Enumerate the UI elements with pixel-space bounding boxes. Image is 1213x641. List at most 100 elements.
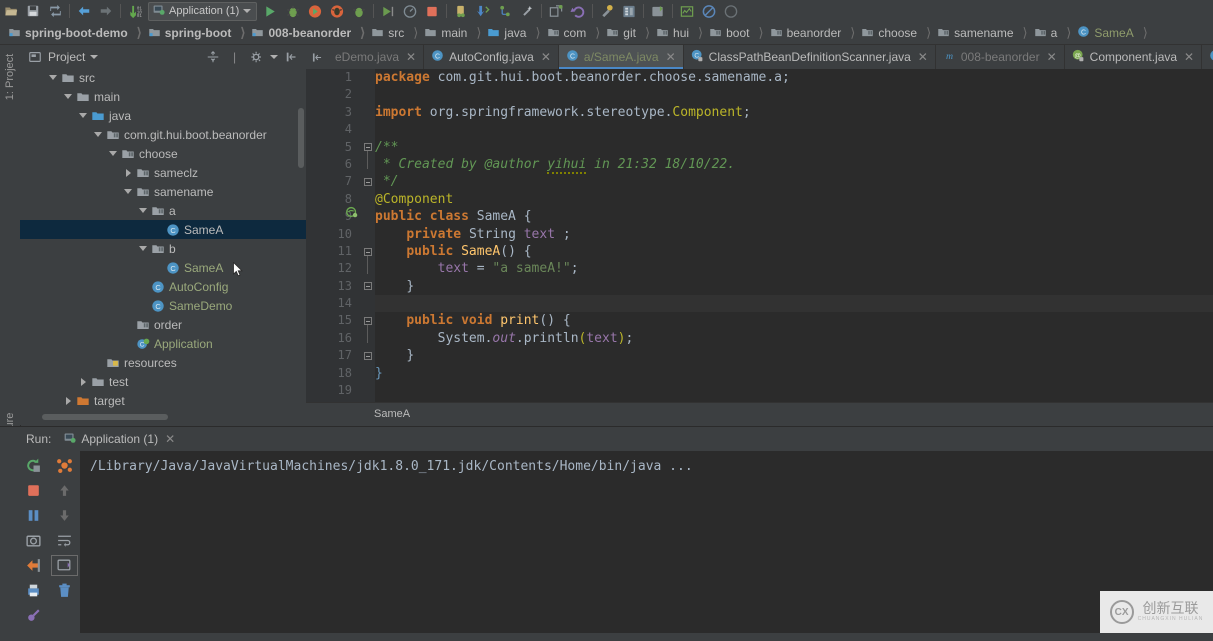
tree-node-java[interactable]: java	[20, 106, 306, 125]
tree-twisty-expanded-icon[interactable]	[137, 239, 149, 258]
sync-icon[interactable]	[44, 1, 66, 21]
tree-node-sameclz[interactable]: sameclz	[20, 163, 306, 182]
editor-tab-2[interactable]: C a/SameA.java ✕	[558, 45, 684, 69]
editor-tab-0[interactable]: eDemo.java ✕	[328, 45, 425, 69]
settings-wrench-icon[interactable]	[596, 1, 618, 21]
breadcrumb-item-10[interactable]: beanorder ⟩	[766, 23, 858, 43]
tree-twisty-collapsed-icon[interactable]	[77, 372, 89, 391]
tree-node-samea[interactable]: C SameA	[20, 258, 306, 277]
save-all-icon[interactable]	[22, 1, 44, 21]
gear-chevron-icon[interactable]	[270, 54, 278, 59]
build-icon[interactable]	[647, 1, 669, 21]
fold-marker[interactable]	[364, 178, 372, 186]
tree-node-choose[interactable]: choose	[20, 144, 306, 163]
tree-node-test[interactable]: test	[20, 372, 306, 391]
breadcrumb-item-3[interactable]: src ⟩	[367, 23, 420, 43]
close-icon[interactable]: ✕	[918, 50, 928, 64]
tree-twisty-expanded-icon[interactable]	[122, 182, 134, 201]
profile-icon[interactable]	[326, 1, 348, 21]
code-lines[interactable]: package com.git.hui.boot.beanorder.choos…	[375, 69, 1213, 402]
tree-node-target[interactable]: target	[20, 391, 306, 408]
debug-threads-icon[interactable]	[49, 453, 80, 478]
tree-twisty-expanded-icon[interactable]	[137, 201, 149, 220]
fold-marker[interactable]	[364, 248, 372, 256]
breadcrumb-item-8[interactable]: hui ⟩	[652, 23, 705, 43]
hide-panel-icon[interactable]	[283, 48, 300, 65]
run-configuration-selector[interactable]: Application (1)	[148, 1, 258, 21]
settings-gear-icon[interactable]	[248, 48, 265, 65]
breadcrumb-item-13[interactable]: a ⟩	[1030, 23, 1074, 43]
more-icon[interactable]	[720, 1, 742, 21]
fold-marker[interactable]	[364, 143, 372, 151]
debug-icon[interactable]	[282, 1, 304, 21]
vcs-update-icon[interactable]	[494, 1, 516, 21]
chevron-down-icon[interactable]	[243, 9, 252, 13]
scroll-to-end-icon[interactable]	[49, 553, 80, 578]
export-icon[interactable]	[18, 553, 49, 578]
run-icon[interactable]	[260, 1, 282, 21]
hotswap-icon[interactable]	[450, 1, 472, 21]
up-arrow-icon[interactable]	[49, 478, 80, 503]
tree-node-application[interactable]: C Application	[20, 334, 306, 353]
close-icon[interactable]: ✕	[165, 432, 175, 446]
breadcrumb-item-4[interactable]: main ⟩	[420, 23, 483, 43]
spring-bean-gutter-icon[interactable]	[345, 205, 359, 223]
tree-twisty-collapsed-icon[interactable]	[62, 391, 74, 408]
tree-twisty-expanded-icon[interactable]	[107, 144, 119, 163]
tree-node-resources[interactable]: resources	[20, 353, 306, 372]
fold-marker[interactable]	[364, 282, 372, 290]
close-icon[interactable]: ✕	[406, 50, 416, 64]
disable-icon[interactable]	[698, 1, 720, 21]
tree-node-com-git-hui-boot-beanorder[interactable]: com.git.hui.boot.beanorder	[20, 125, 306, 144]
tree-twisty-expanded-icon[interactable]	[92, 125, 104, 144]
console-output[interactable]: /Library/Java/JavaVirtualMachines/jdk1.8…	[80, 451, 1213, 633]
attach-icon[interactable]	[348, 1, 370, 21]
tree-twisty-expanded-icon[interactable]	[47, 68, 59, 87]
soft-wrap-icon[interactable]	[49, 528, 80, 553]
fold-marker[interactable]	[364, 352, 372, 360]
camera-icon[interactable]	[18, 528, 49, 553]
down-arrow-icon[interactable]	[49, 503, 80, 528]
tree-node-samea[interactable]: C SameA	[20, 220, 306, 239]
external-window-icon[interactable]	[545, 1, 567, 21]
compile-icon[interactable]: 01 10 01	[124, 1, 146, 21]
close-icon[interactable]: ✕	[666, 50, 676, 64]
tab-list-icon[interactable]	[306, 45, 328, 69]
tree-node-order[interactable]: order	[20, 315, 306, 334]
run-with-coverage-icon[interactable]	[304, 1, 326, 21]
breadcrumb-item-0[interactable]: spring-boot-demo ⟩	[4, 23, 144, 43]
print-icon[interactable]	[18, 578, 49, 603]
revert-icon[interactable]	[567, 1, 589, 21]
close-icon[interactable]: ✕	[541, 50, 551, 64]
breadcrumb-item-12[interactable]: samename ⟩	[933, 23, 1029, 43]
monitor-chart-icon[interactable]	[676, 1, 698, 21]
breadcrumb-item-1[interactable]: spring-boot ⟩	[144, 23, 248, 43]
close-icon[interactable]: ✕	[1047, 50, 1057, 64]
update-app-icon[interactable]	[472, 1, 494, 21]
tree-twisty-expanded-icon[interactable]	[62, 87, 74, 106]
forward-icon[interactable]	[95, 1, 117, 21]
run-tab-application[interactable]: Application (1) ✕	[57, 429, 181, 449]
code-editor[interactable]: 1 2 3 4 5 6 7 8 9 10 11 12 13 14 15 16 17 18 19 package co…	[306, 69, 1213, 425]
tool-window-button-project[interactable]: 1: Project	[4, 45, 16, 109]
open-folder-icon[interactable]	[0, 1, 22, 21]
editor-tab-5[interactable]: @ Component.java ✕	[1065, 45, 1203, 69]
tree-node-samedemo[interactable]: C SameDemo	[20, 296, 306, 315]
editor-tab-4[interactable]: m 008-beanorder ✕	[936, 45, 1065, 69]
breadcrumb-item-14[interactable]: C SameA ⟩	[1073, 23, 1149, 43]
breadcrumb-item-5[interactable]: java ⟩	[483, 23, 542, 43]
breadcrumb-item-6[interactable]: com ⟩	[543, 23, 603, 43]
tree-node-samename[interactable]: samename	[20, 182, 306, 201]
editor-tab-3[interactable]: C ClassPathBeanDefinitionScanner.java ✕	[684, 45, 936, 69]
rerun-icon[interactable]	[18, 453, 49, 478]
tree-horizontal-scrollbar[interactable]	[42, 414, 168, 420]
editor-tab-6[interactable]: C b/SameA	[1202, 45, 1213, 69]
code-folding-gutter[interactable]	[346, 69, 375, 402]
breadcrumb-item-7[interactable]: git ⟩	[602, 23, 652, 43]
clear-all-icon[interactable]	[49, 578, 80, 603]
tree-node-src[interactable]: src	[20, 68, 306, 87]
breadcrumb-item-11[interactable]: choose ⟩	[857, 23, 933, 43]
run-dashboard-icon[interactable]	[377, 1, 399, 21]
tree-twisty-expanded-icon[interactable]	[77, 106, 89, 125]
stop-icon[interactable]	[18, 478, 49, 503]
